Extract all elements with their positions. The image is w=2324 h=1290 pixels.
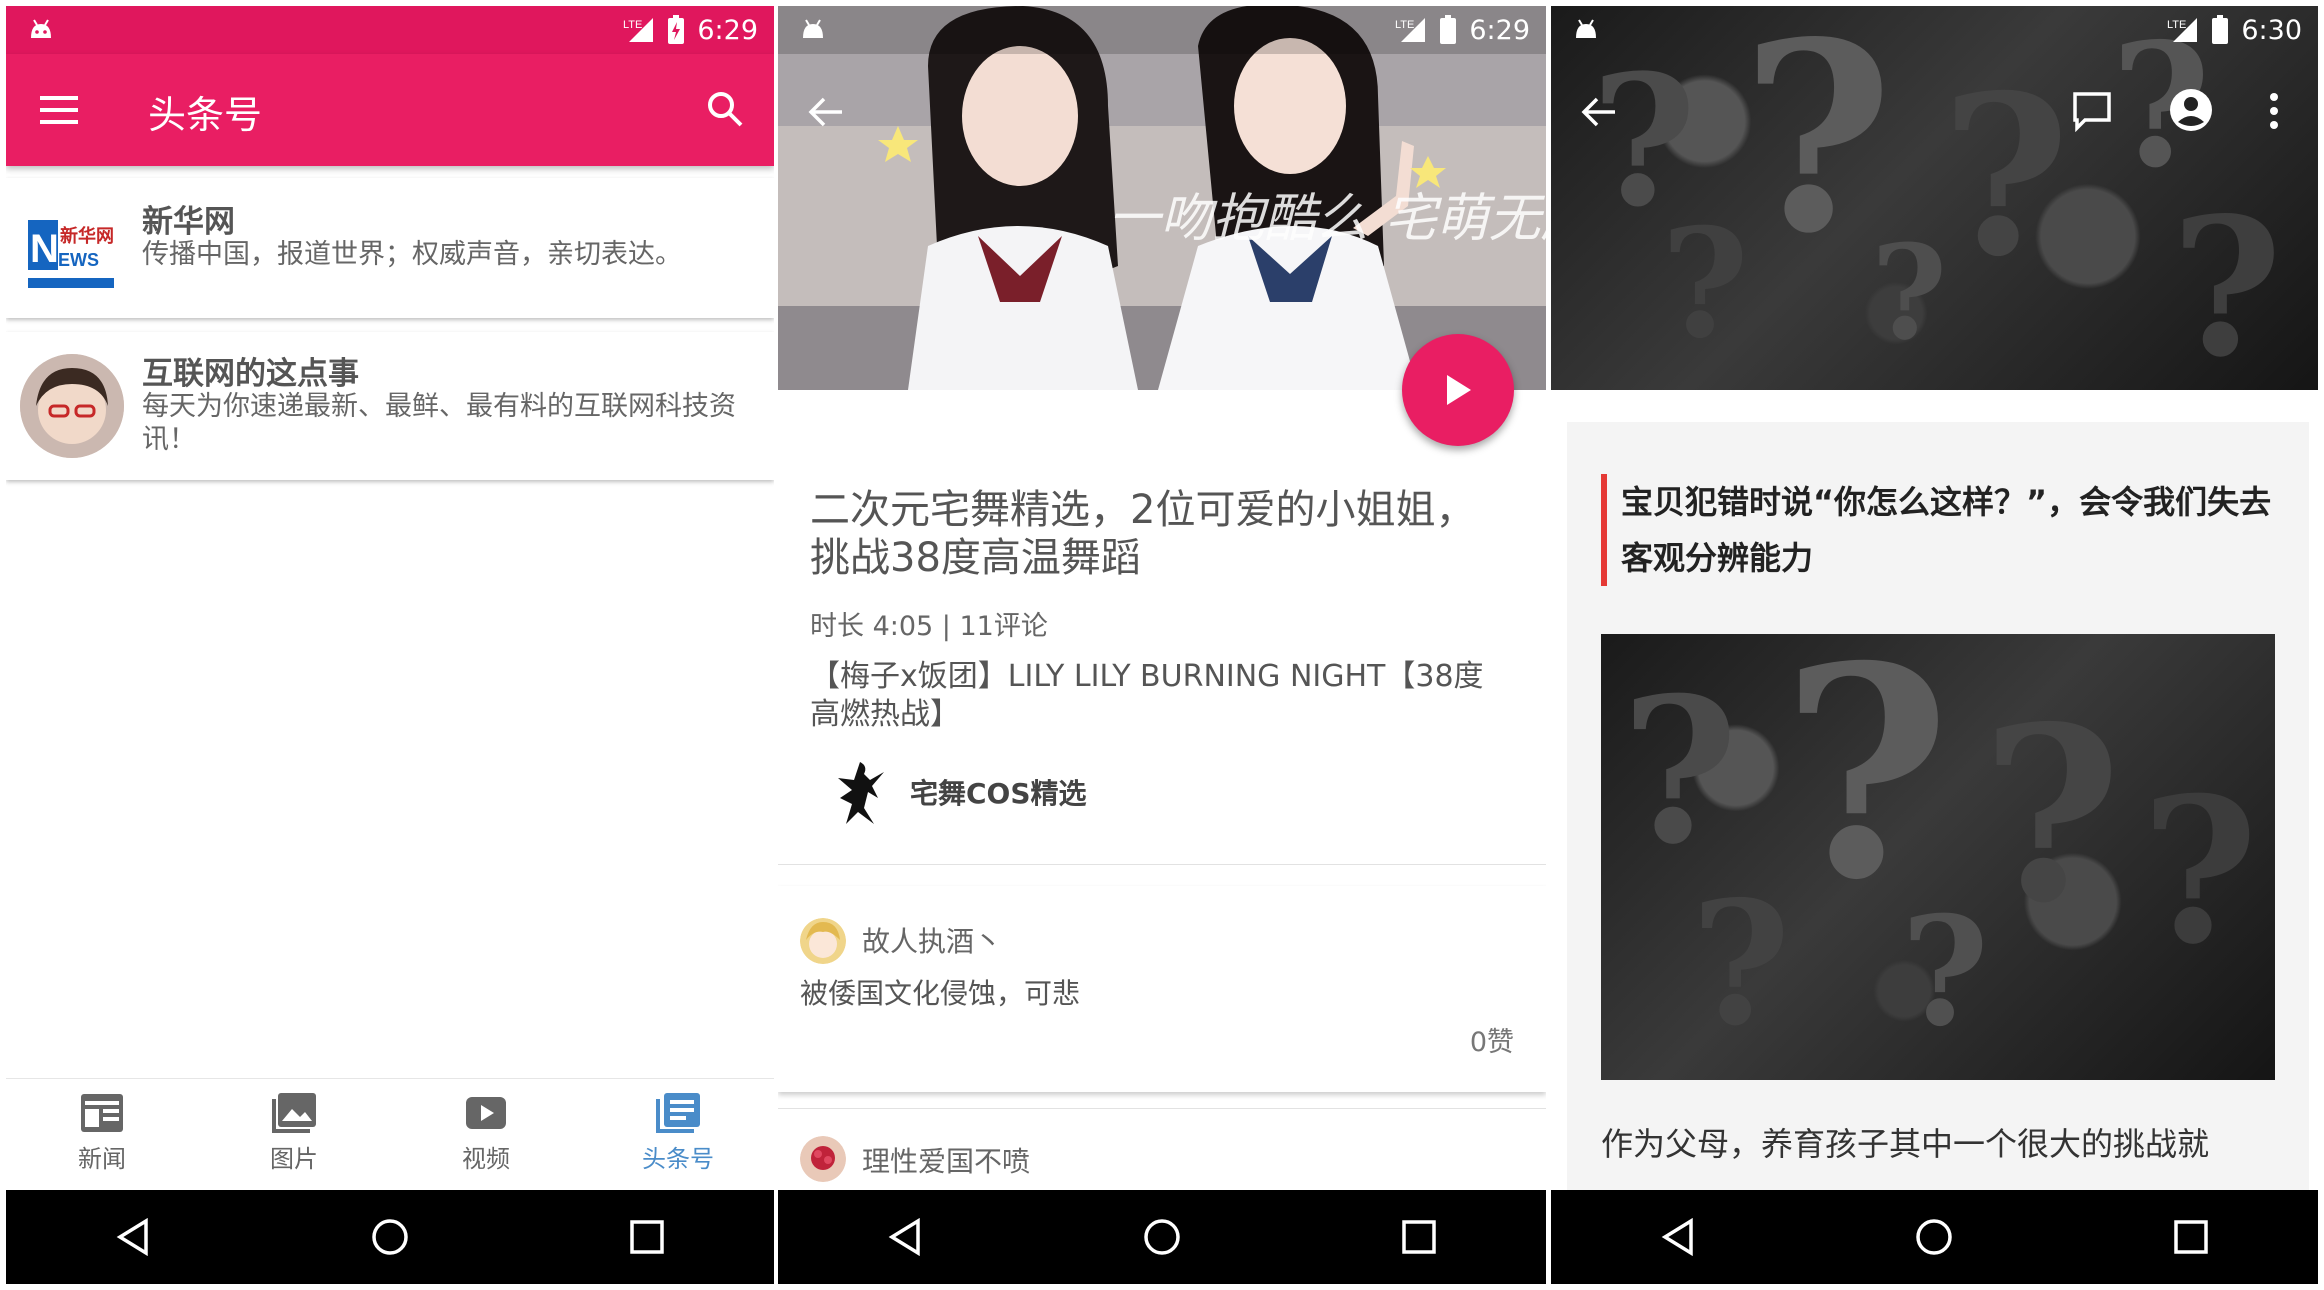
android-icon [1576,19,1596,38]
comment-avatar [800,1136,846,1182]
toutiao-icon [656,1093,700,1133]
screen-video-detail: 一吻抱酷么 宅萌无所不能 LTE 6:29 二次元宅舞精选，2位可爱的小姐姐，挑… [778,6,1546,1284]
system-nav-bar [1551,1190,2318,1284]
nav-news[interactable]: 新闻 [6,1079,198,1191]
news-icon [81,1094,123,1132]
clock: 6:29 [1469,14,1530,46]
video-description: 【梅子x饭团】LILY LILY BURNING NIGHT【38度高燃热战】 [810,659,1484,732]
comment-icon[interactable] [2071,90,2113,132]
comment-user[interactable]: 理性爱国不喷 [862,1140,1030,1180]
battery-icon [2212,15,2229,44]
image-icon [272,1093,316,1133]
nav-label: 新闻 [78,1145,126,1173]
media-desc: 每天为你速递最新、最鲜、最有料的互联网科技资讯！ [142,391,736,455]
play-button[interactable] [1402,334,1514,446]
media-card-xinhua[interactable]: N 新华网 EWS 新华网 传播中国，报道世界；权威声音，亲切表达。 [6,178,774,318]
video-cover[interactable]: 一吻抱酷么 宅萌无所不能 [778,6,1546,390]
author-row[interactable]: 宅舞COS精选 [834,758,1087,826]
comment-likes[interactable]: 0赞 [1470,1020,1514,1059]
media-name: 互联网的这点事 [142,356,359,392]
android-icon [803,19,823,38]
article-image: ? ? ? ? ? ? [1601,634,2275,1080]
recents-icon[interactable] [2174,1220,2208,1254]
clock: 6:29 [697,14,758,46]
screen-toutiao-list: LTE 6:29 头条号 N 新华网 EWS 新华网 传播中国，报道世界；权威声音，… [6,6,774,1284]
article-body: 宝贝犯错时说“你怎么这样？”，会令我们失去客观分辨能力 ? ? ? ? ? ? … [1567,422,2309,1284]
status-bar: LTE 6:30 [1551,6,2318,54]
svg-text:LTE: LTE [2167,19,2186,31]
play-icon [1447,375,1471,405]
back-icon[interactable] [888,1218,922,1256]
nav-toutiao[interactable]: 头条号 [582,1079,774,1191]
svg-text:LTE: LTE [623,19,642,31]
signal-icon: LTE [623,18,654,42]
system-nav-bar [6,1190,774,1284]
back-arrow-icon[interactable] [808,96,844,128]
avatar [20,354,124,458]
comment-user[interactable]: 故人执酒丶 [862,920,1002,960]
divider [778,1108,1546,1109]
xinhua-logo: N 新华网 EWS [20,196,124,300]
author-name: 宅舞COS精选 [910,777,1087,810]
article-cover: ? ? ? ? ? ? ? [1551,6,2318,390]
home-icon[interactable] [1915,1218,1953,1256]
app-bar: 头条号 [6,54,774,166]
recents-icon[interactable] [629,1220,664,1254]
back-icon[interactable] [116,1218,150,1256]
screen-article-detail: ? ? ? ? ? ? ? LTE 6:30 宝贝犯错时说“你怎么这样？”，会令… [1551,6,2318,1284]
media-desc: 传播中国，报道世界；权威声音，亲切表达。 [142,239,682,270]
system-nav-bar [778,1190,1546,1284]
android-icon [31,19,51,38]
svg-text:EWS: EWS [58,250,99,270]
home-icon[interactable] [371,1218,409,1256]
back-icon[interactable] [1661,1218,1695,1256]
recents-icon[interactable] [1401,1220,1436,1254]
comment-avatar [800,918,846,964]
home-icon[interactable] [1143,1218,1181,1256]
back-arrow-icon[interactable] [1581,96,1617,128]
video-title: 二次元宅舞精选，2位可爱的小姐姐，挑战38度高温舞蹈 [810,487,1476,581]
svg-text:新华网: 新华网 [60,225,114,246]
media-card-internet[interactable]: 互联网的这点事 每天为你速递最新、最鲜、最有料的互联网科技资讯！ [6,332,774,480]
video-meta: 时长 4:05 | 11评论 [810,611,1048,642]
article-text: 作为父母，养育孩子其中一个很大的挑战就 [1601,1125,2210,1163]
nav-images[interactable]: 图片 [198,1079,390,1191]
status-bar: LTE 6:29 [6,6,774,54]
comment-card: 故人执酒丶 被倭国文化侵蚀，可悲 0赞 [778,886,1546,1092]
media-name: 新华网 [142,204,235,240]
video-icon [466,1097,506,1129]
account-icon[interactable] [2169,88,2213,132]
nav-video[interactable]: 视频 [390,1079,582,1191]
article-title: 宝贝犯错时说“你怎么这样？”，会令我们失去客观分辨能力 [1601,474,2301,586]
nav-label: 视频 [462,1145,510,1173]
menu-icon[interactable] [40,96,78,124]
video-caption: 一吻抱酷么 宅萌无所不能 [1108,189,1546,249]
svg-text:N: N [30,227,59,271]
page-title: 头条号 [148,93,263,137]
signal-icon: LTE [1395,18,1426,42]
clock: 6:30 [2241,14,2302,46]
svg-text:LTE: LTE [1395,19,1414,31]
divider [778,864,1546,865]
author-avatar [838,762,884,824]
status-bar: LTE 6:29 [778,6,1546,54]
comment-text: 被倭国文化侵蚀，可悲 [800,977,1081,1010]
battery-icon [1440,15,1457,44]
search-icon[interactable] [706,90,744,128]
nav-label: 图片 [270,1145,318,1173]
signal-icon: LTE [2167,18,2198,42]
nav-label: 头条号 [642,1145,714,1173]
bottom-navigation: 新闻 图片 视频 头条号 [6,1078,774,1191]
battery-icon [668,15,685,44]
more-vert-icon[interactable] [2269,92,2279,130]
